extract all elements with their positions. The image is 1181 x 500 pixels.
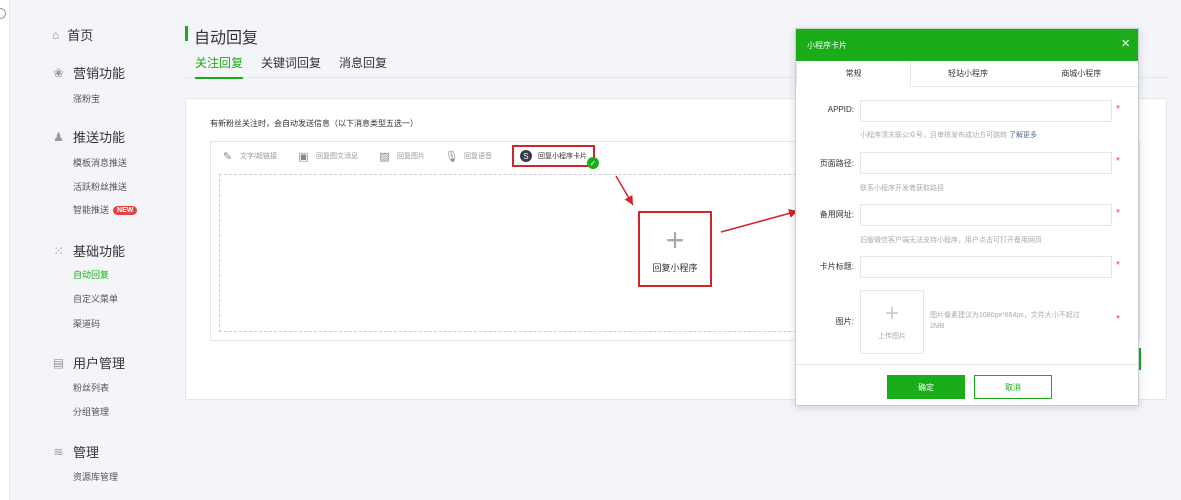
pencil-icon: ✎ bbox=[222, 150, 233, 163]
add-miniprogram-label: 回复小程序 bbox=[652, 262, 698, 273]
sidebar-group-users[interactable]: ▤ 用户管理 bbox=[52, 353, 125, 372]
sidebar-group-push[interactable]: ♟ 推送功能 bbox=[52, 127, 125, 146]
user-icon: ▤ bbox=[52, 355, 65, 370]
image-icon: ▨ bbox=[379, 150, 390, 163]
sidebar-item-auto-reply[interactable]: 自动回复 bbox=[73, 268, 109, 281]
appid-hint: 小程序须关联公众号，且审核发布成功方可跳转 了解更多 bbox=[860, 132, 1037, 139]
sidebar-item-template-push[interactable]: 模板消息推送 bbox=[73, 156, 127, 169]
close-icon[interactable]: × bbox=[1121, 35, 1130, 53]
settings-dot-icon[interactable] bbox=[0, 8, 6, 19]
sidebar-item-resource-manage[interactable]: 资源库管理 bbox=[73, 470, 118, 483]
toolbar-article[interactable]: ▣ 回复图文消息 bbox=[297, 146, 358, 166]
article-icon: ▣ bbox=[298, 150, 309, 163]
sidebar-item-smart-push[interactable]: 智能推送 NEW bbox=[73, 203, 138, 216]
card-title-label: 卡片标题: bbox=[819, 262, 854, 271]
image-label: 图片: bbox=[835, 317, 854, 326]
modal-tabs: 常规 轻站小程序 商城小程序 bbox=[796, 61, 1138, 87]
page-path-required: * bbox=[1116, 156, 1120, 167]
modal-tab-general[interactable]: 常规 bbox=[796, 61, 912, 87]
tab-keyword-reply[interactable]: 关键词回复 bbox=[261, 54, 321, 77]
modal-tab-light-site[interactable]: 轻站小程序 bbox=[911, 61, 1025, 87]
plus-icon: + bbox=[884, 300, 899, 327]
new-badge: NEW bbox=[113, 206, 138, 216]
sidebar-item-channel-code[interactable]: 渠道码 bbox=[73, 317, 100, 330]
appid-required: * bbox=[1116, 104, 1120, 115]
learn-more-link[interactable]: 了解更多 bbox=[1009, 132, 1037, 139]
modal-header: 小程序卡片 × bbox=[796, 29, 1138, 61]
check-icon: ✓ bbox=[586, 157, 599, 169]
marketing-icon: ❀ bbox=[53, 65, 64, 80]
tab-follow-reply[interactable]: 关注回复 bbox=[195, 54, 244, 79]
toolbar-miniprogram-card[interactable]: S 回复小程序卡片 ✓ bbox=[511, 145, 599, 169]
modal-title: 小程序卡片 bbox=[807, 40, 847, 50]
backup-url-input[interactable] bbox=[860, 204, 1112, 226]
sidebar-group-manage[interactable]: ≋ 管理 bbox=[52, 442, 99, 461]
sidebar-item-custom-menu[interactable]: 自定义菜单 bbox=[73, 292, 118, 305]
image-hint: 图片像素建议为1080px*864px，文件大小不超过2MB bbox=[930, 312, 1080, 330]
toolbar-image[interactable]: ▨ 回复图片 bbox=[378, 146, 425, 166]
miniprogram-icon: S bbox=[519, 150, 532, 162]
toolbar-text-link[interactable]: ✎ 文字/超链接 bbox=[221, 146, 277, 166]
cancel-button[interactable]: 取消 bbox=[974, 375, 1052, 399]
upload-image-button[interactable]: + 上传图片 bbox=[860, 290, 924, 354]
image-required: * bbox=[1116, 314, 1120, 325]
title-accent-bar bbox=[185, 26, 188, 41]
page-path-hint: 联系小程序开发者获取路径 bbox=[860, 185, 944, 192]
backup-url-hint: 旧版微信客户端无法支持小程序，用户点击可打开备用网页 bbox=[860, 237, 1042, 244]
manage-icon: ≋ bbox=[53, 444, 64, 459]
backup-url-required: * bbox=[1116, 208, 1120, 219]
sidebar-item-zhangfenbao[interactable]: 涨粉宝 bbox=[73, 92, 100, 105]
sidebar-item-active-push[interactable]: 活跃粉丝推送 bbox=[73, 180, 127, 193]
upload-image-label: 上传图片 bbox=[878, 333, 906, 340]
card-title-required: * bbox=[1116, 260, 1120, 271]
modal-footer: 确定 取消 bbox=[796, 364, 1138, 407]
add-miniprogram-box[interactable]: + 回复小程序 bbox=[638, 211, 712, 287]
sidebar-group-basic[interactable]: ⁙ 基础功能 bbox=[52, 241, 125, 260]
plus-icon: + bbox=[665, 221, 685, 258]
miniprogram-card-modal: 小程序卡片 × 常规 轻站小程序 商城小程序 APPID: * 小程序须关联公众… bbox=[795, 28, 1139, 406]
tab-message-reply[interactable]: 消息回复 bbox=[339, 54, 387, 77]
confirm-button[interactable]: 确定 bbox=[887, 375, 965, 399]
mic-icon: 🎙 bbox=[444, 150, 459, 163]
backup-url-label: 备用网址: bbox=[819, 210, 854, 219]
page-path-input[interactable] bbox=[860, 152, 1112, 174]
sidebar-home[interactable]: ⌂ 首页 bbox=[52, 25, 93, 44]
appid-label: APPID: bbox=[827, 105, 854, 114]
grid-icon: ⁙ bbox=[53, 243, 64, 258]
sidebar-home-label: 首页 bbox=[67, 28, 94, 43]
sidebar-group-marketing[interactable]: ❀ 营销功能 bbox=[52, 63, 125, 82]
page-title: 自动回复 bbox=[194, 30, 259, 47]
appid-input[interactable] bbox=[860, 100, 1112, 122]
sidebar-item-fans-list[interactable]: 粉丝列表 bbox=[73, 381, 109, 394]
left-edge-strip bbox=[0, 0, 10, 500]
modal-tab-mall[interactable]: 商城小程序 bbox=[1024, 61, 1138, 87]
push-icon: ♟ bbox=[53, 129, 64, 144]
sidebar-item-group-manage[interactable]: 分组管理 bbox=[73, 405, 109, 418]
home-icon: ⌂ bbox=[52, 27, 60, 42]
page-path-label: 页面路径: bbox=[819, 159, 854, 168]
card-title-input[interactable] bbox=[860, 256, 1112, 278]
toolbar-voice[interactable]: 🎙 回复语音 bbox=[444, 146, 491, 166]
description-text: 有新粉丝关注时，会自动发送信息（以下消息类型五选一） bbox=[210, 119, 418, 128]
